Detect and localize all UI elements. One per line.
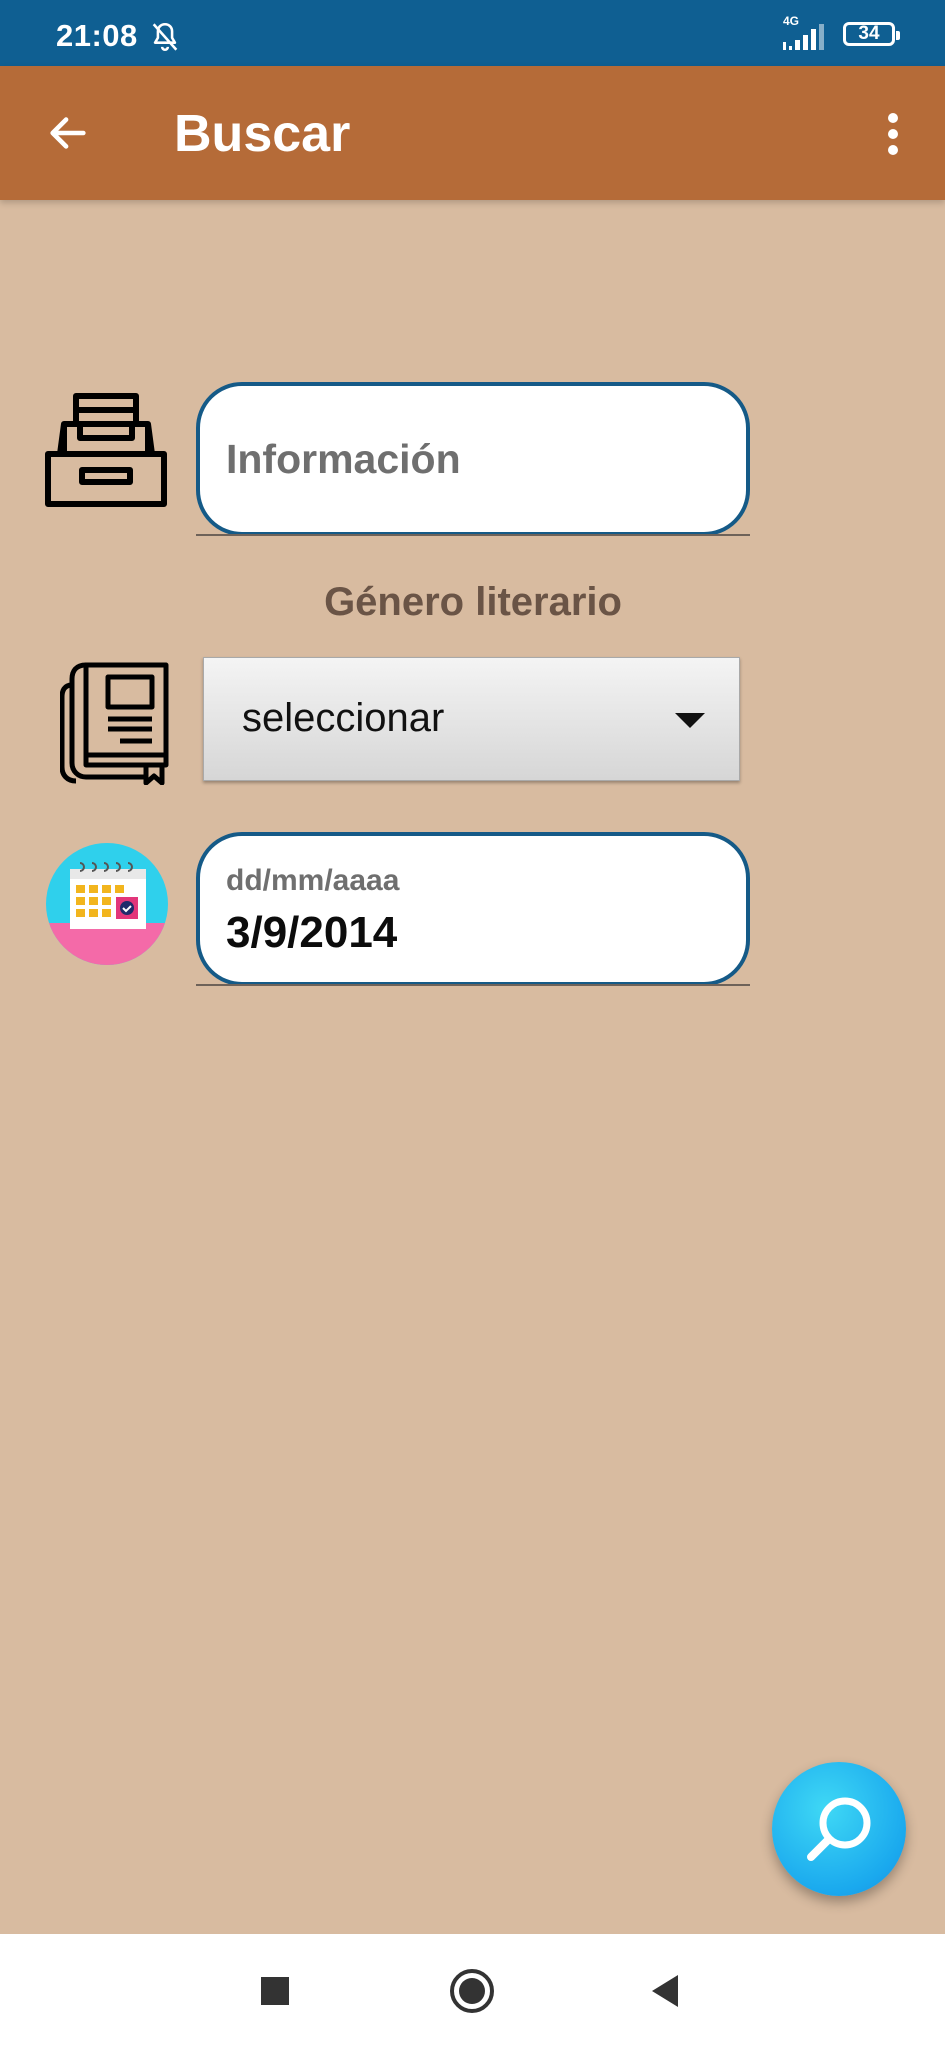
date-underline	[196, 984, 750, 986]
status-time: 21:08	[56, 18, 138, 53]
date-format-hint: dd/mm/aaaa	[226, 864, 400, 897]
information-placeholder: Información	[226, 436, 461, 482]
recent-apps-button[interactable]	[240, 1956, 310, 2026]
more-vert-icon	[888, 113, 898, 155]
chevron-down-icon	[675, 713, 705, 728]
system-back-button[interactable]	[630, 1956, 700, 2026]
books-icon	[60, 662, 169, 785]
page-title: Buscar	[174, 105, 351, 163]
system-nav-bar	[0, 1934, 945, 2048]
square-icon	[261, 1977, 289, 2005]
triangle-back-icon	[652, 1975, 678, 2007]
back-button[interactable]	[36, 101, 100, 165]
genre-selected-value: seleccionar	[242, 696, 445, 740]
battery-icon: 34	[843, 22, 900, 46]
inbox-tray-icon	[45, 393, 167, 507]
status-indicators: 4G 34	[779, 14, 900, 52]
signal-icon: 4G	[779, 14, 829, 52]
information-field[interactable]: Información	[196, 382, 750, 536]
genre-label: Género literario	[324, 580, 622, 624]
home-button[interactable]	[437, 1956, 507, 2026]
information-underline	[196, 534, 750, 536]
calendar-icon[interactable]	[46, 843, 168, 965]
search-icon	[807, 1797, 871, 1861]
app-bar: Buscar	[0, 66, 945, 200]
genre-select[interactable]: seleccionar	[203, 657, 740, 781]
status-bar: 21:08 4G 34	[0, 0, 945, 66]
bell-off-icon	[152, 22, 178, 51]
date-value: 3/9/2014	[226, 908, 398, 957]
overflow-menu-button[interactable]	[863, 102, 923, 166]
battery-level: 34	[858, 23, 880, 44]
search-button[interactable]	[772, 1762, 906, 1896]
circle-icon	[450, 1969, 494, 2013]
date-field[interactable]: dd/mm/aaaa 3/9/2014	[196, 832, 750, 986]
arrow-left-icon	[50, 117, 86, 149]
